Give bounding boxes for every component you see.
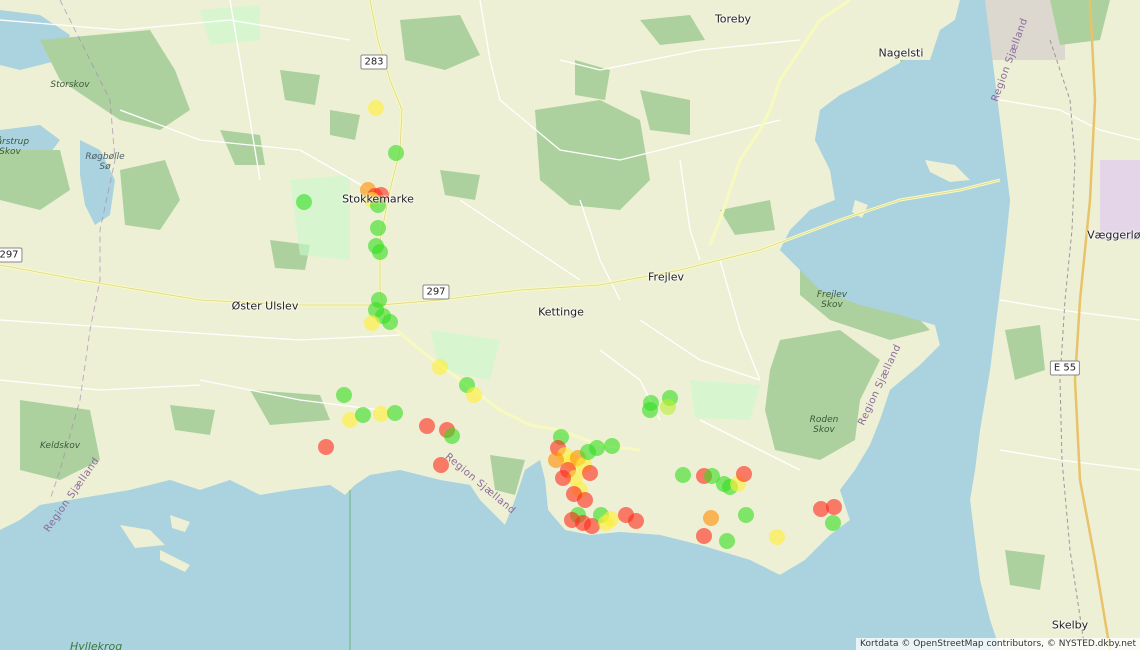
map-marker[interactable] (387, 405, 403, 421)
water-label: Røgbølle Sø (85, 152, 125, 172)
map-marker[interactable] (373, 406, 389, 422)
map-marker[interactable] (736, 466, 752, 482)
forest-label: Storskov (50, 80, 90, 90)
map-marker[interactable] (660, 399, 676, 415)
forest-label: Roden Skov (809, 415, 839, 435)
place-label: Skelby (1051, 618, 1089, 632)
forest-label: Frejlev Skov (816, 290, 848, 310)
map-marker[interactable] (604, 438, 620, 454)
place-label: Stokkemarke (342, 192, 414, 206)
map-marker[interactable] (675, 467, 691, 483)
attribution[interactable]: Kortdata © OpenStreetMap contributors, ©… (856, 638, 1140, 650)
map-marker[interactable] (372, 244, 388, 260)
road-shield: 283 (360, 54, 388, 70)
map-base-layer (0, 0, 1140, 650)
map-marker[interactable] (589, 440, 605, 456)
map-marker[interactable] (382, 314, 398, 330)
map-marker[interactable] (444, 428, 460, 444)
map-marker[interactable] (370, 220, 386, 236)
forest-label: Kårstrup Skov (0, 137, 30, 157)
map-marker[interactable] (419, 418, 435, 434)
place-label: Øster Ulslev (231, 299, 299, 313)
map-marker[interactable] (582, 465, 598, 481)
place-label: Kettinge (538, 305, 584, 319)
map-marker[interactable] (336, 387, 352, 403)
map-marker[interactable] (825, 515, 841, 531)
map-marker[interactable] (466, 387, 482, 403)
map-marker[interactable] (696, 528, 712, 544)
map-marker[interactable] (603, 511, 619, 527)
map-marker[interactable] (318, 439, 334, 455)
map-marker[interactable] (555, 470, 571, 486)
forest-label: Keldskov (39, 441, 81, 451)
map-marker[interactable] (826, 499, 842, 515)
map-marker[interactable] (703, 510, 719, 526)
map-marker[interactable] (577, 492, 593, 508)
map-marker[interactable] (368, 100, 384, 116)
map-view[interactable]: Toreby Nagelsti Stokkemarke Øster Ulslev Ket… (0, 0, 1140, 650)
map-marker[interactable] (642, 402, 658, 418)
place-label: Væggerløse (1087, 228, 1140, 242)
place-label: Frejlev (648, 270, 684, 284)
map-marker[interactable] (628, 513, 644, 529)
map-marker[interactable] (296, 194, 312, 210)
place-label: Nagelsti (878, 46, 924, 60)
place-label: Toreby (714, 12, 752, 26)
road-shield: 297 (0, 247, 23, 263)
sea-label: Hyllekrog (70, 640, 123, 650)
map-marker[interactable] (738, 507, 754, 523)
road-shield: 297 (422, 284, 450, 300)
map-marker[interactable] (364, 315, 380, 331)
map-marker[interactable] (355, 407, 371, 423)
map-marker[interactable] (719, 533, 735, 549)
map-marker[interactable] (432, 359, 448, 375)
map-marker[interactable] (769, 529, 785, 545)
road-shield: E 55 (1049, 360, 1081, 376)
map-marker[interactable] (388, 145, 404, 161)
